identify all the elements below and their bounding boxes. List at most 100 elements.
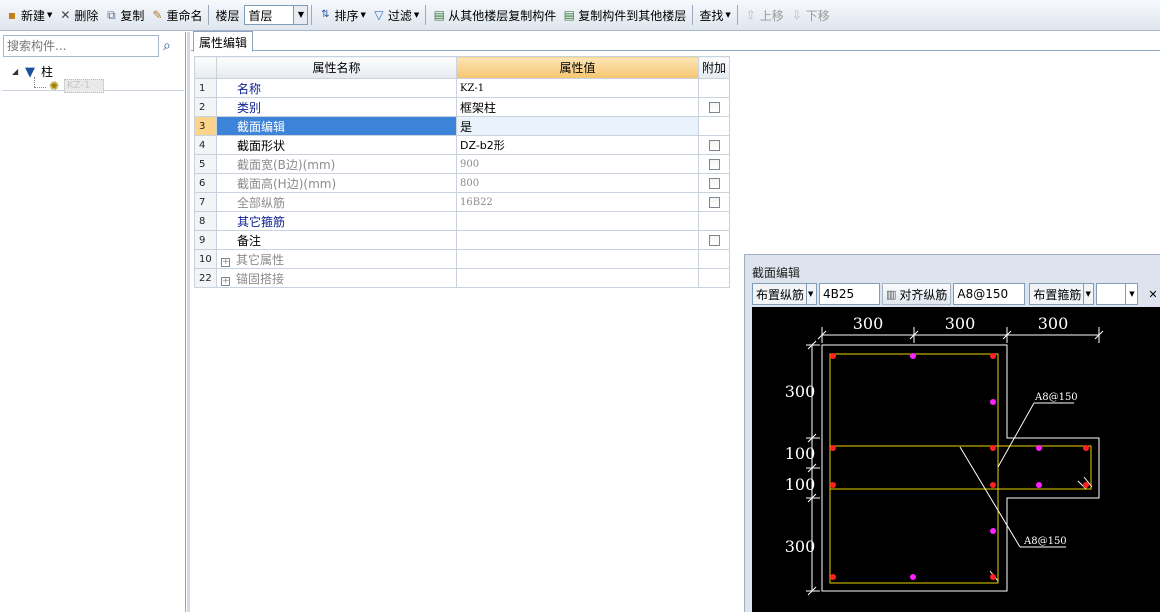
expand-plus-icon[interactable]: + [221,276,230,286]
toolbar-separator [692,5,694,25]
table-row[interactable]: 1 名称 KZ-1 [194,78,730,98]
table-row[interactable]: 4 截面形状 DZ-b2形 [194,135,730,155]
toolbar-separator [736,5,738,25]
attach-checkbox[interactable] [708,159,720,170]
tree-item-kz1[interactable]: ✺ KZ-1 [46,79,104,93]
annotation-leader [959,446,1021,548]
longitudinal-input[interactable]: 4B25 [819,283,880,305]
middle-bar [990,399,996,405]
find-button[interactable]: 查找 ▼ [696,4,733,26]
middle-bar [910,353,916,359]
corner-bar [1083,482,1089,488]
table-row[interactable]: 10 + 其它属性 [194,249,730,269]
chevron-down-icon: ▼ [725,11,731,19]
dimension-label-top-1: 300 [853,314,884,333]
table-row[interactable]: 6 截面高(H边)(mm) 800 [194,173,730,193]
align-icon: ▥ [886,287,897,301]
dimension-label-top-3: 300 [1038,314,1069,333]
collapse-triangle-icon[interactable]: ◢ [12,67,22,76]
column-header-name: 属性名称 [216,56,457,79]
dimension-label-left-3: 100 [785,475,816,494]
table-row[interactable]: 7 全部纵筋 16B22 [194,192,730,212]
move-up-button[interactable]: ⇧ 上移 [741,4,787,26]
component-tree [2,90,184,612]
attach-checkbox[interactable] [708,140,720,151]
chevron-down-icon[interactable]: ▼ [293,6,308,24]
section-editor-title: 截面编辑 [752,266,801,280]
align-longitudinal-button[interactable]: ▥ 对齐纵筋 [882,283,952,305]
component-tree-panel: 搜索构件... ⌕ ◢ ▼ 柱 ✺ KZ-1 [0,32,186,612]
copy-to-floor-icon: ▤ [563,8,575,22]
stirrup-type-select[interactable]: ▼ [1096,283,1139,305]
search-icon[interactable]: ⌕ [163,38,171,54]
place-stirrup-select[interactable]: 布置箍筋 ▼ [1029,283,1095,305]
rename-button[interactable]: ✎ 重命名 [147,4,205,26]
corner-bar [830,445,836,451]
expand-plus-icon[interactable]: + [221,257,230,267]
attach-checkbox[interactable] [708,197,720,208]
dimension-label-top-2: 300 [945,314,976,333]
column-header-extra: 附加 [698,56,730,79]
middle-bar [910,574,916,580]
copy-to-floor-button[interactable]: ▤ 复制构件到其他楼层 [559,4,689,26]
search-input[interactable]: 搜索构件... [3,35,159,57]
corner-bar [990,445,996,451]
delete-icon: ✕ [60,8,71,22]
section-editor-toolbar: 布置纵筋 ▼ 4B25 ▥ 对齐纵筋 A8@150 布置箍筋 ▼ ▼ ✕ [752,282,1158,306]
new-button[interactable]: ▪ 新建 ▼ [2,4,55,26]
sort-button[interactable]: ⇅ 排序 ▼ [315,4,368,26]
copy-from-floor-button[interactable]: ▤ 从其他楼层复制构件 [429,4,559,26]
table-row[interactable]: 22 + 锚固搭接 [194,268,730,288]
middle-bar [1036,482,1042,488]
chevron-down-icon[interactable]: ▼ [1083,284,1091,304]
toolbar-separator [425,5,427,25]
floor-select[interactable]: 首层 ▼ [244,5,309,25]
column-icon: ▼ [25,64,35,80]
table-row[interactable]: 2 类别 框架柱 [194,97,730,117]
chevron-down-icon[interactable]: ▼ [806,284,814,304]
panel-splitter[interactable] [187,32,190,612]
section-drawing-canvas[interactable]: 300 300 300 300 100 100 300 A8@150 A8@15… [752,307,1160,612]
section-drawing: 300 300 300 300 100 100 300 A8@150 A8@15… [785,314,1104,596]
property-tab-strip: 属性编辑 [191,31,1160,52]
new-icon: ▪ [7,8,17,22]
main-toolbar: ▪ 新建 ▼ ✕ 删除 ⧉ 复制 ✎ 重命名 楼层 首层 ▼ ⇅ 排序 ▼ ▽ 过滤… [0,0,1160,31]
chevron-down-icon: ▼ [413,11,420,19]
filter-button[interactable]: ▽ 过滤 ▼ [369,4,422,26]
tab-property-edit[interactable]: 属性编辑 [193,31,254,52]
stirrup-input[interactable]: A8@150 [953,283,1026,305]
move-down-button[interactable]: ⇩ 下移 [787,4,833,26]
table-row[interactable]: 8 其它箍筋 [194,211,730,231]
middle-bar [990,528,996,534]
arrow-up-icon: ⇧ [745,8,756,22]
property-grid: 属性名称 属性值 附加 1 名称 KZ-1 2 类别 框架柱 3 截面编辑 是 … [194,56,730,288]
chevron-down-icon: ▼ [360,11,366,19]
attach-checkbox[interactable] [708,178,720,189]
table-row[interactable]: 3 截面编辑 是 [194,116,730,136]
copy-from-floor-icon: ▤ [433,8,445,22]
middle-bar [1036,445,1042,451]
row-number-header [194,56,217,79]
close-icon[interactable]: ✕ [1148,288,1157,301]
dimension-label-left-1: 300 [785,382,816,401]
attach-checkbox[interactable] [708,235,720,246]
chevron-down-icon[interactable]: ▼ [1125,284,1137,304]
delete-button[interactable]: ✕ 删除 [55,4,101,26]
copy-icon: ⧉ [107,8,116,22]
place-longitudinal-select[interactable]: 布置纵筋 ▼ [752,283,817,305]
table-row[interactable]: 9 备注 [194,230,730,250]
toolbar-separator [208,5,210,25]
table-row[interactable]: 5 截面宽(B边)(mm) 900 [194,154,730,174]
rename-icon: ✎ [152,8,163,22]
corner-bar [990,353,996,359]
corner-bar [990,574,996,580]
dimension-label-left-2: 100 [785,444,816,463]
copy-button[interactable]: ⧉ 复制 [101,4,147,26]
attach-checkbox[interactable] [708,102,720,113]
corner-bar [830,353,836,359]
tree-root-node[interactable]: ◢ ▼ 柱 [12,63,53,80]
corner-bar [990,482,996,488]
chevron-down-icon: ▼ [47,11,53,19]
column-header-value: 属性值 [456,56,699,79]
section-editor-window: 截面编辑 布置纵筋 ▼ 4B25 ▥ 对齐纵筋 A8@150 布置箍筋 ▼ ▼ … [744,254,1160,612]
